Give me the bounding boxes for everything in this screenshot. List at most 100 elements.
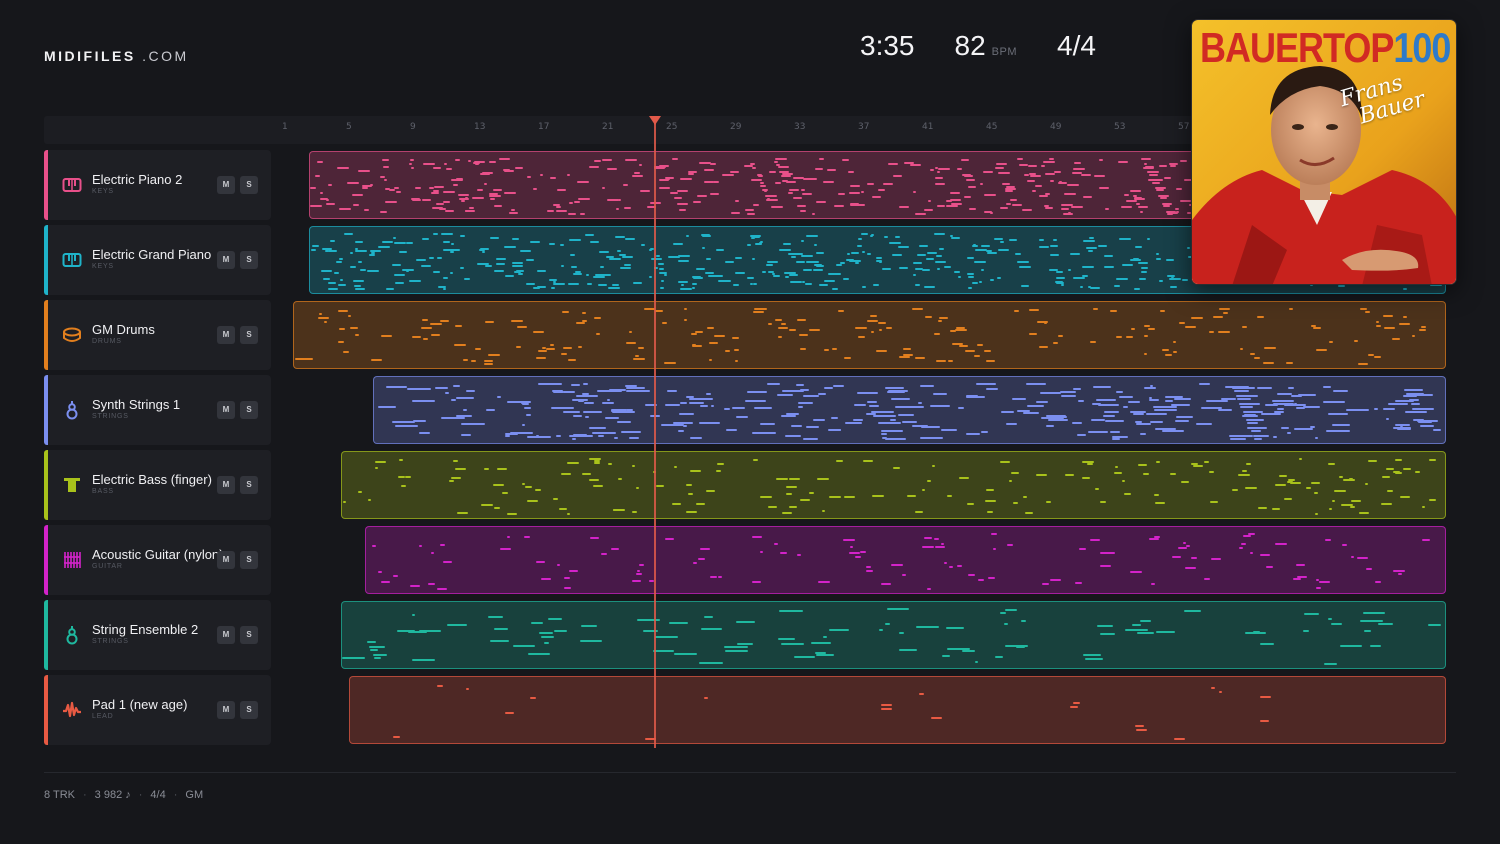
midi-note bbox=[903, 354, 913, 356]
midi-note bbox=[1094, 175, 1105, 177]
track-header[interactable]: String Ensemble 2 STRINGS M S bbox=[44, 600, 271, 670]
midi-note bbox=[619, 254, 626, 256]
midi-note bbox=[1019, 266, 1031, 268]
midi-note bbox=[556, 206, 561, 208]
midi-note bbox=[781, 643, 804, 645]
midi-note bbox=[577, 181, 589, 183]
track-header[interactable]: Synth Strings 1 STRINGS M S bbox=[44, 375, 271, 445]
mute-button[interactable]: M bbox=[217, 176, 235, 194]
midi-note bbox=[866, 570, 873, 572]
mute-button[interactable]: M bbox=[217, 701, 235, 719]
midi-clip[interactable] bbox=[349, 676, 1446, 744]
track-header[interactable]: Electric Grand Piano KEYS M S bbox=[44, 225, 271, 295]
mute-button[interactable]: M bbox=[217, 251, 235, 269]
midi-clip[interactable] bbox=[341, 601, 1446, 669]
midi-note bbox=[1090, 539, 1100, 541]
mute-button[interactable]: M bbox=[217, 551, 235, 569]
midi-clip[interactable] bbox=[373, 376, 1446, 444]
midi-note bbox=[1236, 395, 1258, 397]
midi-note bbox=[990, 279, 994, 281]
midi-note bbox=[1400, 426, 1403, 428]
midi-note bbox=[1326, 430, 1350, 432]
midi-note bbox=[684, 319, 687, 321]
midi-note bbox=[1023, 412, 1039, 414]
track-category: KEYS bbox=[92, 188, 114, 195]
midi-note bbox=[1141, 158, 1151, 160]
midi-note bbox=[1056, 282, 1064, 284]
mute-button[interactable]: M bbox=[217, 476, 235, 494]
midi-note bbox=[915, 357, 925, 359]
midi-note bbox=[1332, 500, 1335, 502]
solo-button[interactable]: S bbox=[240, 401, 258, 419]
midi-note bbox=[378, 571, 382, 573]
midi-note bbox=[412, 659, 435, 661]
midi-note bbox=[1403, 288, 1407, 290]
midi-note bbox=[679, 413, 694, 415]
midi-clip[interactable] bbox=[341, 451, 1446, 519]
mute-button[interactable]: M bbox=[217, 401, 235, 419]
mute-button[interactable]: M bbox=[217, 326, 235, 344]
midi-note bbox=[917, 254, 926, 256]
midi-note bbox=[934, 233, 945, 235]
midi-note bbox=[1099, 187, 1109, 189]
solo-button[interactable]: S bbox=[240, 701, 258, 719]
midi-note bbox=[1239, 403, 1260, 405]
solo-button[interactable]: S bbox=[240, 176, 258, 194]
midi-note bbox=[509, 212, 518, 214]
midi-note bbox=[342, 657, 365, 659]
midi-note bbox=[623, 184, 628, 186]
track-header[interactable]: Electric Piano 2 KEYS M S bbox=[44, 150, 271, 220]
solo-button[interactable]: S bbox=[240, 326, 258, 344]
mute-button[interactable]: M bbox=[217, 626, 235, 644]
midi-note bbox=[809, 492, 814, 494]
midi-note bbox=[1086, 247, 1097, 249]
midi-note bbox=[421, 327, 432, 329]
midi-note bbox=[580, 213, 585, 215]
midi-note bbox=[367, 641, 376, 643]
midi-note bbox=[783, 243, 791, 245]
midi-note bbox=[968, 574, 975, 576]
midi-note bbox=[512, 265, 523, 267]
midi-note bbox=[505, 712, 514, 714]
midi-note bbox=[782, 512, 792, 514]
midi-note bbox=[1122, 264, 1133, 266]
solo-button[interactable]: S bbox=[240, 551, 258, 569]
midi-note bbox=[829, 629, 849, 631]
midi-note bbox=[369, 646, 385, 648]
midi-note bbox=[778, 327, 788, 329]
midi-note bbox=[806, 426, 815, 428]
midi-note bbox=[791, 425, 802, 427]
track-header[interactable]: Acoustic Guitar (nylon) GUITAR M S bbox=[44, 525, 271, 595]
midi-note bbox=[536, 357, 546, 359]
midi-clip[interactable] bbox=[293, 301, 1446, 369]
midi-note bbox=[1100, 565, 1111, 567]
midi-note bbox=[1093, 386, 1111, 388]
midi-note bbox=[438, 286, 446, 288]
midi-note bbox=[771, 206, 783, 208]
track-header[interactable]: Electric Bass (finger) BASS M S bbox=[44, 450, 271, 520]
midi-note bbox=[1151, 583, 1155, 585]
midi-note bbox=[803, 178, 811, 180]
midi-note bbox=[382, 159, 389, 161]
midi-note bbox=[1103, 552, 1115, 554]
solo-button[interactable]: S bbox=[240, 476, 258, 494]
midi-note bbox=[295, 358, 305, 360]
midi-note bbox=[1232, 489, 1238, 491]
midi-note bbox=[1124, 194, 1129, 196]
midi-note bbox=[788, 192, 793, 194]
midi-note bbox=[1026, 383, 1046, 385]
solo-button[interactable]: S bbox=[240, 626, 258, 644]
midi-note bbox=[381, 581, 390, 583]
midi-note bbox=[1421, 326, 1426, 328]
midi-note bbox=[1132, 624, 1141, 626]
midi-note bbox=[660, 287, 664, 289]
midi-note bbox=[375, 467, 378, 469]
midi-note bbox=[336, 261, 342, 263]
midi-note bbox=[1166, 259, 1174, 261]
midi-note bbox=[460, 235, 465, 237]
track-header[interactable]: GM Drums DRUMS M S bbox=[44, 300, 271, 370]
midi-clip[interactable] bbox=[365, 526, 1446, 594]
midi-note bbox=[550, 344, 554, 346]
track-header[interactable]: Pad 1 (new age) LEAD M S bbox=[44, 675, 271, 745]
solo-button[interactable]: S bbox=[240, 251, 258, 269]
